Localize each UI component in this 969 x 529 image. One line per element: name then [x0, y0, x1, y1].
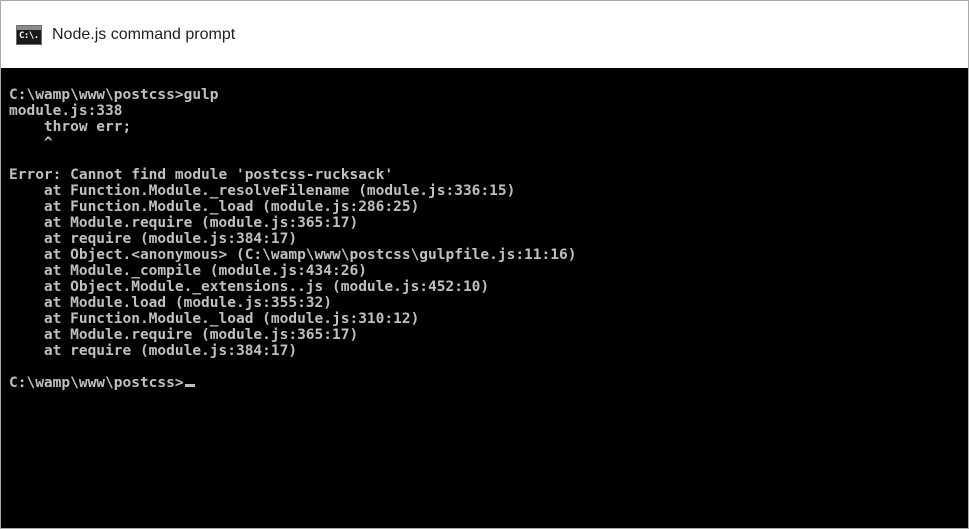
console-line: C:\wamp\www\postcss>gulp — [9, 87, 219, 103]
text-cursor — [184, 384, 195, 387]
console-line: at Object.<anonymous> (C:\wamp\www\postc… — [9, 247, 577, 263]
console-line: ^ — [9, 135, 53, 151]
console-line: at require (module.js:384:17) — [9, 231, 298, 247]
prompt-text: C:\wamp\www\postcss> — [9, 375, 184, 391]
console-line: at Module.require (module.js:365:17) — [9, 327, 359, 343]
console-line: at Function.Module._load (module.js:286:… — [9, 199, 420, 215]
console-line: at Function.Module._load (module.js:310:… — [9, 311, 420, 327]
console-line: at require (module.js:384:17) — [9, 343, 298, 359]
console-line: at Function.Module._resolveFilename (mod… — [9, 183, 516, 199]
console-line: at Object.Module._extensions..js (module… — [9, 279, 490, 295]
console-line: at Module._compile (module.js:434:26) — [9, 263, 367, 279]
console-output-area[interactable]: C:\wamp\www\postcss>gulp module.js:338 t… — [1, 68, 968, 528]
console-line: at Module.load (module.js:355:32) — [9, 295, 333, 311]
command-prompt-window: C:\. Node.js command prompt C:\wamp\www\… — [0, 0, 969, 529]
window-title: Node.js command prompt — [52, 25, 236, 43]
console-line: at Module.require (module.js:365:17) — [9, 215, 359, 231]
command-prompt-line[interactable]: C:\wamp\www\postcss> — [9, 375, 968, 391]
console-window-icon[interactable]: C:\. — [16, 24, 42, 45]
console-line: Error: Cannot find module 'postcss-rucks… — [9, 167, 394, 183]
title-bar[interactable]: C:\. Node.js command prompt — [1, 1, 968, 68]
console-line: module.js:338 — [9, 103, 123, 119]
console-line: throw err; — [9, 119, 132, 135]
